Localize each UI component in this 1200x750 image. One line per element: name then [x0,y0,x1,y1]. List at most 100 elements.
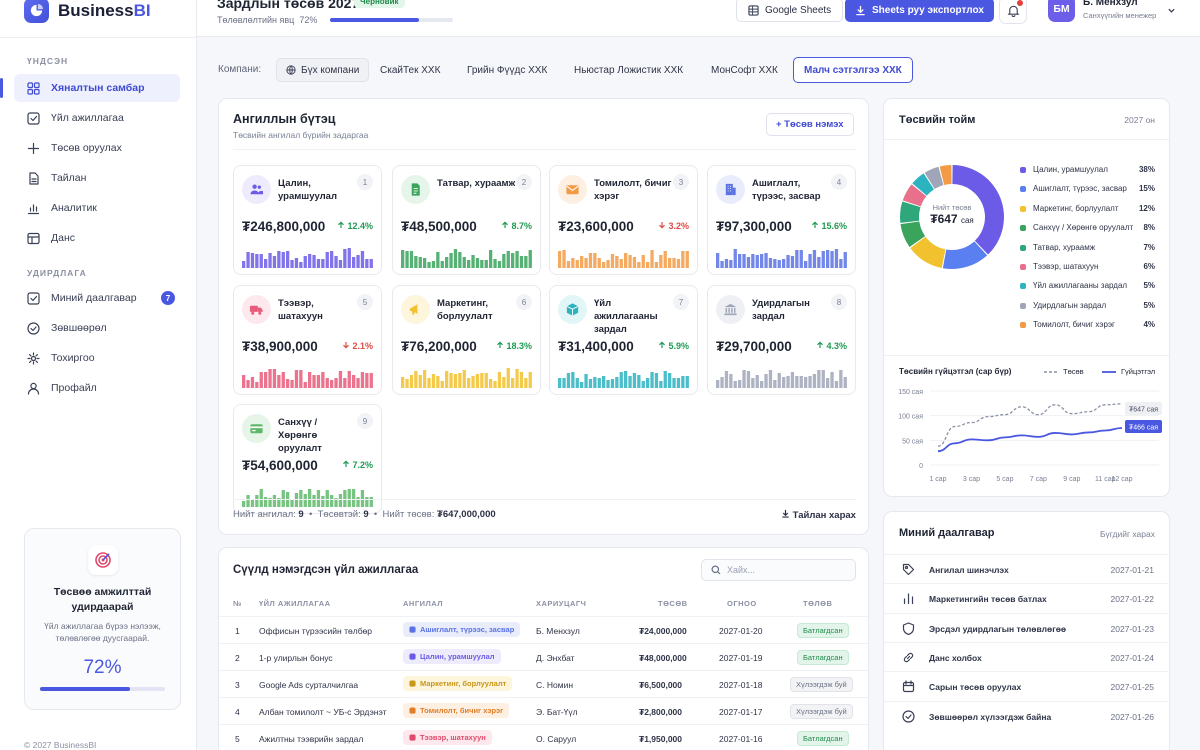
category-card[interactable]: Санхүү / Хөрөнгө оруулалт 9 ₮54,600,000 7.… [233,404,382,514]
sparkline-bar [597,378,601,388]
task-date: 2027-01-24 [1110,652,1154,663]
task-count-badge: 7 [161,291,175,305]
search-input[interactable]: Хайх... [701,559,856,581]
category-tag: Тээвэр, шатахуун [403,730,492,745]
sparkline-bar [773,380,777,388]
sidebar-item-5[interactable]: Аналитик [14,194,180,222]
legend-percent: 8% [1143,223,1155,233]
category-amount: ₮31,400,000 [558,339,634,354]
sidebar-item-2[interactable]: Үйл ажиллагаа [14,104,180,132]
category-card[interactable]: Цалин, урамшуулал 1 ₮246,800,000 12.4% [233,165,382,275]
export-sheets-button[interactable]: Sheets руу экспортлох [845,0,994,22]
arrow-up-icon [497,341,503,348]
company-tab-5[interactable]: МонСофт ХХК [702,58,787,82]
category-change: 3.2% [658,221,689,231]
company-tab-1[interactable]: Бүх компани [276,58,370,82]
user-name: Б. Менхзул [1083,0,1138,8]
sidebar-item-1[interactable]: Миний даалгавар 7 [14,284,180,312]
avatar[interactable]: БМ [1048,0,1075,22]
sparkline-bar [436,376,440,388]
sparkline-bar [764,253,768,268]
company-tab-6[interactable]: Малч сэтгэлгээ ХХК [793,57,913,83]
sparkline-bar [685,376,689,388]
task-item[interactable]: Маркетингийн төсөв батлах 2027-01-22 [884,583,1168,612]
sparkline-bar [733,249,737,268]
legend-swatch [1020,302,1026,309]
view-all-link[interactable]: Бүгдийг харах [1100,529,1155,539]
table-row[interactable]: 4 Албан томилолт ~ УБ-с Эрдэнэт Томилолт, … [219,697,868,724]
arrow-down-icon [659,222,665,229]
sparkline-bar [729,374,733,388]
category-card[interactable]: Тээвэр, шатахуун 5 ₮38,900,000 2.1% [233,285,382,395]
legend-item: Үйл ажиллагааны зардал 5% [1020,281,1155,293]
table-header: ТӨЛӨВ [803,599,833,608]
sparkline-bar [580,256,584,268]
sparkline-bar [246,380,250,388]
table-row[interactable]: 3 Google Ads сурталчилгаа Маркетинг, борлу… [219,670,868,697]
table-row[interactable]: 2 1-р улирлын бонус Цалин, урамшуулал Д. Эн… [219,643,868,670]
sparkline-bar [290,380,294,388]
notification-button[interactable] [999,0,1027,24]
google-sheets-button[interactable]: Google Sheets [736,0,844,22]
table-row[interactable]: 1 Оффисын түрээсийн төлбөр Ашиглалт, түрээ… [219,616,868,643]
sparkline-bar [571,258,575,268]
category-card[interactable]: Маркетинг, борлуулалт 6 ₮76,200,000 18.3% [392,285,541,395]
sparkline-bar [360,372,365,388]
sparkline-bar [760,254,764,268]
table-row[interactable]: 5 Ажилтны тээврийн зардал Тээвэр, шатахуун… [219,724,868,750]
sparkline-bar [588,379,593,388]
legend-label: Цалин, урамшуулал [1033,165,1108,174]
task-item[interactable]: Зөвшөөрөл хүлээгдэж байна 2027-01-26 [884,700,1168,730]
category-dot-icon [409,707,416,714]
sparkline-bar [242,375,246,388]
category-card[interactable]: Ашиглалт, түрээс, засвар 4 ₮97,300,000 15.… [707,165,856,275]
sidebar-item-4[interactable]: Профайл [14,374,180,402]
category-change-value: 8.7% [511,221,532,231]
sparkline-bar [826,378,830,388]
sparkline-bar [641,381,645,388]
task-item[interactable]: Эрсдэл удирдлагын төлөвлөгөө 2027-01-23 [884,612,1168,642]
category-card[interactable]: Татвар, хураамж 2 ₮48,500,000 8.7% [392,165,541,275]
sparkline-bar [290,499,294,507]
add-budget-button[interactable]: + Төсөв нэмэх [766,113,854,136]
category-card[interactable]: Удирдлагын зардал 8 ₮29,700,000 4.3% [707,285,856,395]
sparkline-bar [405,379,409,388]
planning-progress-bar [330,18,453,22]
owner-name: С. Номин [536,680,574,690]
overview-year[interactable]: 2027 он [1124,115,1155,125]
sidebar-item-6[interactable]: Данс [14,224,180,252]
app-logo[interactable]: BusinessBI [24,0,151,23]
sidebar-item-1[interactable]: Хяналтын самбар [0,74,180,102]
category-change-value: 3.2% [668,221,689,231]
category-tag-label: Цалин, урамшуулал [420,652,495,661]
check-square-icon [27,111,40,125]
row-number: 2 [235,653,240,663]
category-card[interactable]: Томилолт, бичиг хэрэг 3 ₮23,600,000 3.2% [549,165,698,275]
legend-label: Үйл ажиллагааны зардал [1033,281,1128,291]
legend-item: Тээвэр, шатахуун 6% [1020,262,1155,274]
company-tab-3[interactable]: Грийн Фүүдс ХХК [458,58,556,82]
sparkline-bar [436,252,440,268]
company-tab-4[interactable]: Ньюстар Ложистик ХХК [565,58,692,82]
task-icon-wrap [902,709,915,726]
sparkline-bar [654,373,659,388]
task-item[interactable]: Ангилал шинэчлэх 2027-01-21 [884,554,1168,583]
sidebar-item-2[interactable]: Зөвшөөрөл [14,314,180,342]
sparkline-bar [519,256,524,268]
sparkline-bar [650,250,654,268]
task-item[interactable]: Сарын төсөв оруулах 2027-01-25 [884,671,1168,700]
sparkline-bar [445,257,449,268]
sparkline-bar [458,252,462,268]
company-tab-2[interactable]: СкайТек ХХК [371,58,449,82]
sidebar-item-4[interactable]: Тайлан [14,164,180,192]
view-report-link[interactable]: Тайлан харах [781,509,856,521]
legend-percent: 5% [1143,300,1155,310]
category-card[interactable]: Үйл ажиллагааны зардал 7 ₮31,400,000 5.9% [549,285,698,395]
chevron-down-icon[interactable] [1167,6,1176,15]
sidebar-item-3[interactable]: Тохиргоо [14,344,180,372]
sparkline-bar [724,371,729,388]
company-tab-label: Ньюстар Ложистик ХХК [574,64,684,76]
sidebar-item-3[interactable]: Төсөв оруулах [14,134,180,162]
task-item[interactable]: Данс холбох 2027-01-24 [884,641,1168,671]
dashboard-grid-icon [27,81,40,95]
